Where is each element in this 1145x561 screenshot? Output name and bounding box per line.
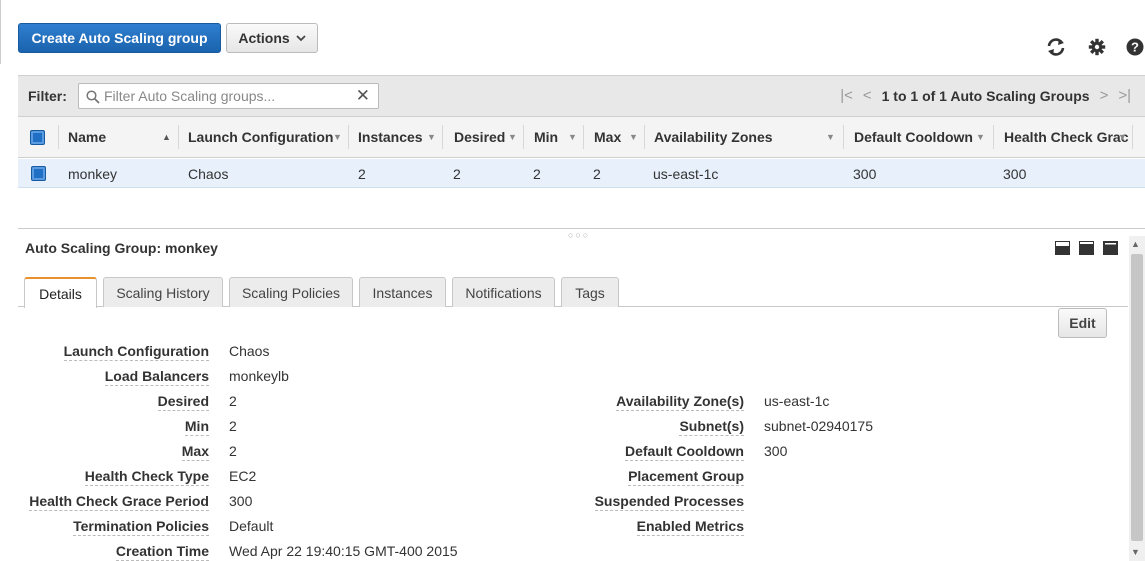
refresh-icon[interactable] — [1045, 37, 1067, 57]
field-value-desired: 2 — [229, 393, 237, 409]
field-label-creation-time: Creation Time — [115, 543, 209, 561]
actions-button-label: Actions — [238, 30, 290, 46]
column-header-desired[interactable]: Desired — [454, 117, 505, 157]
column-header-min[interactable]: Min — [534, 117, 558, 157]
column-header-availability-zones[interactable]: Availability Zones — [654, 117, 773, 157]
cell-default-cooldown: 300 — [853, 166, 877, 182]
table-header: Name ▲ Launch Configuration ▼ Instances … — [18, 117, 1145, 158]
tab-instances[interactable]: Instances — [359, 277, 446, 307]
column-header-launch-configuration[interactable]: Launch Configuration — [188, 117, 333, 157]
left-border — [0, 0, 1, 64]
column-header-name[interactable]: Name — [68, 117, 106, 157]
field-value-availability-zones: us-east-1c — [764, 393, 830, 409]
tab-notifications[interactable]: Notifications — [452, 277, 555, 307]
filter-bar: Filter: Filter Auto Scaling groups... ✕ … — [18, 75, 1145, 117]
scrollbar-thumb[interactable] — [1131, 254, 1143, 541]
field-value-subnets: subnet-02940175 — [764, 418, 873, 434]
last-page-icon[interactable]: >| — [1118, 87, 1131, 104]
table-row[interactable]: monkey Chaos 2 2 2 2 us-east-1c 300 300 — [18, 159, 1145, 188]
pagination: |< < 1 to 1 of 1 Auto Scaling Groups > >… — [840, 87, 1131, 104]
column-header-max[interactable]: Max — [594, 117, 621, 157]
cell-launch-configuration: Chaos — [188, 166, 229, 182]
tab-scaling-policies[interactable]: Scaling Policies — [229, 277, 353, 307]
panel-splitter[interactable] — [18, 228, 1145, 229]
row-checkbox[interactable] — [31, 166, 46, 181]
sort-toggle-icon: ▼ — [1118, 132, 1127, 142]
filter-placeholder: Filter Auto Scaling groups... — [104, 88, 276, 104]
chevron-down-icon — [296, 34, 306, 41]
column-header-default-cooldown[interactable]: Default Cooldown — [854, 117, 973, 157]
detail-panel-title: Auto Scaling Group: monkey — [25, 240, 218, 256]
scroll-up-icon[interactable]: ▲ — [1131, 239, 1140, 249]
svg-text:?: ? — [1131, 40, 1139, 55]
help-icon[interactable]: ? — [1126, 37, 1144, 57]
scroll-down-icon[interactable]: ▼ — [1131, 547, 1140, 557]
field-label-max: Max — [181, 443, 209, 461]
field-label-subnets: Subnet(s) — [679, 418, 744, 436]
sort-toggle-icon: ▼ — [568, 132, 577, 142]
tab-scaling-history[interactable]: Scaling History — [103, 277, 223, 307]
first-page-icon[interactable]: |< — [840, 87, 853, 104]
column-header-health-check-grace[interactable]: Health Check Grac — [1004, 117, 1129, 157]
layout-maximize-icon[interactable] — [1103, 241, 1118, 258]
edit-button[interactable]: Edit — [1058, 308, 1107, 338]
field-label-load-balancers: Load Balancers — [104, 368, 209, 386]
field-value-max: 2 — [229, 443, 237, 459]
pagination-text: 1 to 1 of 1 Auto Scaling Groups — [881, 87, 1090, 104]
field-label-health-check-grace-period: Health Check Grace Period — [29, 493, 209, 511]
field-label-availability-zones: Availability Zone(s) — [616, 393, 744, 411]
field-label-placement-group: Placement Group — [628, 468, 744, 486]
create-auto-scaling-group-button[interactable]: Create Auto Scaling group — [18, 23, 221, 53]
field-label-health-check-type: Health Check Type — [84, 468, 209, 486]
select-all-checkbox[interactable] — [30, 117, 45, 157]
field-label-launch-configuration: Launch Configuration — [63, 343, 209, 361]
sort-toggle-icon: ▼ — [333, 132, 342, 142]
cell-availability-zones: us-east-1c — [653, 166, 719, 182]
column-header-instances[interactable]: Instances — [358, 117, 423, 157]
field-value-health-check-type: EC2 — [229, 468, 257, 484]
sort-toggle-icon: ▼ — [508, 132, 517, 142]
prev-page-icon[interactable]: < — [863, 87, 872, 104]
field-label-min: Min — [184, 418, 209, 436]
field-label-termination-policies: Termination Policies — [73, 518, 209, 536]
cell-name: monkey — [68, 166, 118, 182]
layout-middle-icon[interactable] — [1079, 241, 1094, 258]
search-icon — [86, 90, 100, 104]
layout-bottom-icon[interactable] — [1055, 241, 1070, 258]
field-value-creation-time: Wed Apr 22 19:40:15 GMT-400 2015 — [229, 543, 458, 559]
gear-icon[interactable] — [1088, 37, 1106, 57]
cell-desired: 2 — [453, 166, 461, 182]
cell-instances: 2 — [358, 166, 366, 182]
field-value-termination-policies: Default — [229, 518, 274, 534]
next-page-icon[interactable]: > — [1100, 87, 1109, 104]
field-label-default-cooldown: Default Cooldown — [625, 443, 744, 461]
tab-details[interactable]: Details — [24, 277, 97, 308]
field-value-launch-configuration: Chaos — [229, 343, 270, 359]
sort-toggle-icon: ▼ — [826, 132, 835, 142]
sort-asc-icon: ▲ — [162, 132, 171, 142]
field-value-health-check-grace-period: 300 — [229, 493, 253, 509]
field-label-enabled-metrics: Enabled Metrics — [636, 518, 744, 536]
splitter-grip-icon[interactable]: ○○○ — [568, 230, 590, 240]
field-value-min: 2 — [229, 418, 237, 434]
field-value-load-balancers: monkeylb — [229, 368, 289, 384]
clear-filter-icon[interactable]: ✕ — [356, 86, 370, 106]
cell-health-check-grace: 300 — [1003, 166, 1027, 182]
sort-toggle-icon: ▼ — [427, 132, 436, 142]
field-label-desired: Desired — [157, 393, 209, 411]
filter-label: Filter: — [28, 88, 67, 104]
field-value-default-cooldown: 300 — [764, 443, 788, 459]
create-button-label: Create Auto Scaling group — [31, 30, 208, 46]
field-label-suspended-processes: Suspended Processes — [594, 493, 744, 511]
sort-toggle-icon: ▼ — [976, 132, 985, 142]
sort-toggle-icon: ▼ — [629, 132, 638, 142]
cell-max: 2 — [593, 166, 601, 182]
cell-min: 2 — [533, 166, 541, 182]
tab-tags[interactable]: Tags — [561, 277, 619, 307]
filter-search-input[interactable]: Filter Auto Scaling groups... ✕ — [78, 83, 379, 109]
actions-dropdown-button[interactable]: Actions — [226, 23, 318, 53]
